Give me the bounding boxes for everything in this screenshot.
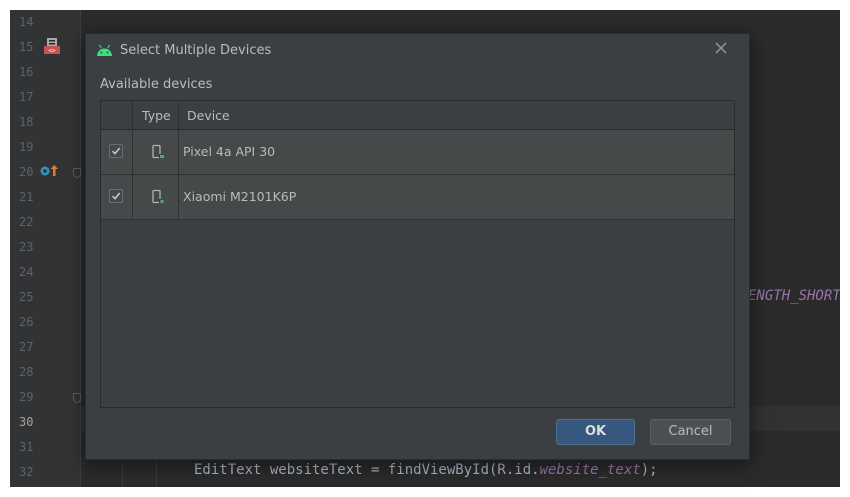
line-number: 16 bbox=[19, 65, 34, 79]
line-number: 14 bbox=[19, 15, 34, 29]
line-number: 22 bbox=[19, 215, 34, 229]
line-number: 17 bbox=[19, 90, 34, 104]
line-number: 19 bbox=[19, 140, 34, 154]
line-number: 32 bbox=[19, 465, 34, 479]
line-number: 21 bbox=[19, 190, 34, 204]
device-name: Pixel 4a API 30 bbox=[183, 144, 276, 159]
override-method-icon[interactable] bbox=[40, 164, 60, 178]
line-number: 26 bbox=[19, 315, 34, 329]
device-checkbox[interactable] bbox=[109, 144, 123, 158]
code-text: EditText websiteText = findViewById(R.id… bbox=[194, 462, 540, 478]
code-field-reference: website_text bbox=[539, 462, 641, 478]
line-number: 24 bbox=[19, 265, 34, 279]
fold-marker-icon[interactable] bbox=[73, 393, 81, 403]
line-number: 23 bbox=[19, 240, 34, 254]
code-line[interactable]: EditText websiteText = findViewById(R.id… bbox=[194, 462, 658, 478]
select-devices-dialog: Select Multiple Devices Available device… bbox=[85, 33, 750, 460]
line-number: 18 bbox=[19, 115, 34, 129]
column-divider bbox=[132, 101, 133, 220]
column-divider bbox=[178, 101, 179, 220]
checkmark-icon bbox=[111, 147, 121, 155]
line-number: 27 bbox=[19, 340, 34, 354]
column-header-type[interactable]: Type bbox=[142, 108, 171, 123]
line-number: 28 bbox=[19, 365, 34, 379]
fold-marker-icon[interactable] bbox=[73, 168, 81, 178]
device-name: Xiaomi M2101K6P bbox=[183, 189, 297, 204]
line-number-gutter: 14 15 16 17 18 19 20 21 22 23 24 25 26 2… bbox=[10, 10, 81, 487]
virtual-device-icon bbox=[152, 144, 164, 159]
svg-text:<>: <> bbox=[48, 48, 56, 55]
line-number: 25 bbox=[19, 290, 34, 304]
device-checkbox[interactable] bbox=[109, 189, 123, 203]
available-devices-label: Available devices bbox=[100, 77, 213, 92]
code-fragment[interactable]: ENGTH_SHORT bbox=[748, 288, 840, 304]
ok-button[interactable]: OK bbox=[556, 419, 635, 445]
dialog-title: Select Multiple Devices bbox=[120, 43, 272, 58]
current-line-number: 30 bbox=[19, 415, 34, 429]
physical-device-icon bbox=[152, 189, 164, 204]
cancel-button[interactable]: Cancel bbox=[650, 419, 731, 445]
line-number: 31 bbox=[19, 440, 34, 454]
column-header-device[interactable]: Device bbox=[187, 108, 230, 123]
close-icon[interactable] bbox=[713, 40, 729, 56]
table-header: Type Device bbox=[101, 101, 734, 130]
layout-file-icon[interactable]: <> bbox=[43, 37, 61, 55]
code-text: ); bbox=[640, 462, 658, 478]
checkmark-icon bbox=[111, 192, 121, 200]
android-icon bbox=[97, 44, 112, 56]
devices-table: Type Device Pixel 4a API 30 Xiaomi M2101… bbox=[100, 100, 735, 408]
device-row-xiaomi[interactable]: Xiaomi M2101K6P bbox=[101, 175, 734, 220]
dialog-title-bar[interactable]: Select Multiple Devices bbox=[86, 34, 749, 68]
device-row-pixel-4a[interactable]: Pixel 4a API 30 bbox=[101, 130, 734, 175]
line-number: 29 bbox=[19, 390, 34, 404]
